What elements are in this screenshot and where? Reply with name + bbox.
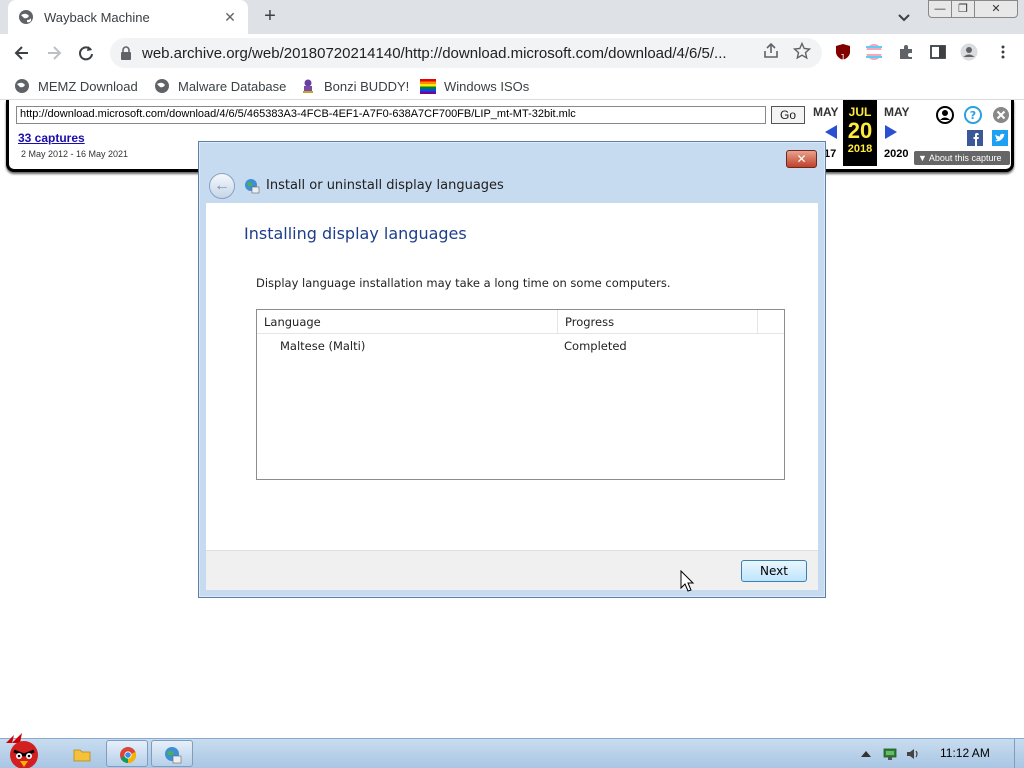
profile-avatar-icon[interactable] — [960, 43, 978, 61]
page-description: Display language installation may take a… — [256, 276, 671, 290]
address-url[interactable]: web.archive.org/web/20180720214140/http:… — [142, 45, 822, 62]
tray-expand-chevron-icon[interactable] — [860, 749, 872, 759]
wayback-go-button[interactable]: Go — [771, 106, 805, 124]
globe-icon — [15, 79, 29, 93]
bookmarks-bar: MEMZ Download Malware Database Bonzi BUD… — [0, 72, 1024, 100]
dialog-close-button[interactable]: ✕ — [786, 150, 817, 168]
browser-toolbar: web.archive.org/web/20180720214140/http:… — [0, 34, 1024, 72]
back-arrow-icon[interactable] — [12, 43, 32, 63]
tab-close-icon[interactable]: ✕ — [222, 9, 238, 26]
close-wayback-icon[interactable] — [992, 106, 1010, 124]
dialog-footer: Next — [206, 550, 818, 590]
bookmark-label: Malware Database — [178, 78, 287, 94]
bookmark-star-icon[interactable] — [793, 42, 811, 60]
facebook-icon[interactable] — [967, 130, 983, 146]
tab-search-icon[interactable] — [896, 9, 912, 25]
list-header: Language Progress — [257, 310, 784, 334]
help-icon[interactable]: ? — [964, 106, 982, 124]
wayback-url-input[interactable]: http://download.microsoft.com/download/4… — [16, 106, 766, 124]
window-minimize-button[interactable]: — — [928, 0, 952, 18]
bookmark-label: MEMZ Download — [38, 78, 138, 94]
current-year: 2018 — [847, 143, 873, 155]
language-globe-icon — [245, 179, 260, 194]
side-panel-icon[interactable] — [929, 43, 947, 61]
lock-icon[interactable] — [120, 46, 132, 60]
next-button[interactable]: Next — [741, 560, 807, 582]
tab-title: Wayback Machine — [44, 9, 150, 25]
window-maximize-button[interactable]: ❐ — [951, 0, 975, 18]
prev-month-label[interactable]: MAY — [813, 105, 839, 119]
language-list[interactable]: Language Progress Maltese (Malti) Comple… — [256, 309, 785, 480]
dialog-back-arrow-icon[interactable]: ← — [209, 173, 235, 199]
globe-icon — [19, 10, 33, 24]
tab-strip: Wayback Machine ✕ + — ❐ ✕ — [0, 0, 1024, 34]
bookmark-label: Windows ISOs — [444, 78, 530, 94]
column-header-progress[interactable]: Progress — [558, 310, 758, 334]
display-language-dialog: ✕ ← Install or uninstall display languag… — [198, 141, 826, 598]
bookmark-windows-isos[interactable]: Windows ISOs — [420, 76, 529, 96]
start-button-angry-bird-icon[interactable] — [0, 731, 50, 768]
new-tab-button[interactable]: + — [260, 6, 280, 26]
language-globe-icon — [165, 747, 182, 764]
tab-wayback-machine[interactable]: Wayback Machine ✕ — [8, 0, 248, 34]
globe-icon — [155, 79, 169, 93]
folder-icon — [73, 749, 91, 762]
address-bar[interactable]: web.archive.org/web/20180720214140/http:… — [110, 38, 822, 68]
mouse-cursor-icon — [680, 570, 695, 592]
extensions-puzzle-icon[interactable] — [897, 43, 915, 61]
svg-text:?: ? — [970, 109, 976, 122]
current-month: JUL — [848, 105, 872, 119]
bookmark-malware-database[interactable]: Malware Database — [154, 76, 286, 96]
show-desktop-button[interactable] — [1014, 739, 1024, 768]
volume-icon[interactable] — [906, 747, 920, 761]
user-account-icon[interactable] — [936, 106, 954, 124]
dialog-title: Install or uninstall display languages — [266, 178, 504, 193]
chrome-icon — [120, 747, 137, 764]
bookmark-bonzi-buddy[interactable]: Bonzi BUDDY! — [300, 76, 409, 96]
current-day: 20 — [847, 118, 873, 143]
reload-icon[interactable] — [76, 43, 96, 63]
captures-link[interactable]: 33 captures — [18, 131, 85, 145]
window-close-button[interactable]: ✕ — [974, 0, 1018, 18]
about-this-capture-button[interactable]: ▼ About this capture — [914, 151, 1010, 165]
windows-flag-icon — [420, 79, 436, 94]
share-icon[interactable] — [762, 42, 780, 60]
system-clock[interactable]: 11:12 AM — [940, 746, 990, 760]
bookmark-label: Bonzi BUDDY! — [324, 78, 410, 94]
capture-date-range: 2 May 2012 - 16 May 2021 — [21, 149, 129, 159]
menu-kebab-icon[interactable] — [994, 43, 1012, 61]
bookmark-memz-download[interactable]: MEMZ Download — [14, 76, 138, 96]
taskbar: 11:12 AM — [0, 733, 1024, 768]
dialog-body: Installing display languages Display lan… — [206, 203, 818, 550]
bonzi-icon — [303, 79, 313, 93]
ublock-extension-icon[interactable]: 1 — [834, 43, 852, 62]
flag-extension-icon[interactable] — [865, 43, 883, 61]
taskbar-language-installer[interactable] — [151, 740, 193, 767]
network-icon[interactable] — [883, 747, 897, 761]
forward-arrow-icon[interactable] — [44, 43, 64, 63]
twitter-icon[interactable] — [992, 130, 1008, 146]
taskbar-explorer[interactable] — [60, 740, 102, 767]
language-name: Maltese (Malti) — [280, 339, 366, 353]
next-month-label[interactable]: MAY — [884, 105, 910, 119]
prev-capture-arrow-icon[interactable] — [824, 124, 838, 140]
column-header-language[interactable]: Language — [257, 310, 558, 334]
current-capture-date: JUL 20 2018 — [843, 100, 877, 166]
taskbar-chrome[interactable] — [106, 740, 148, 767]
language-progress: Completed — [564, 339, 627, 353]
extension-badge: 1 — [840, 53, 845, 61]
next-capture-arrow-icon[interactable] — [884, 124, 898, 140]
page-heading: Installing display languages — [244, 224, 467, 243]
list-item[interactable]: Maltese (Malti) Completed — [257, 336, 784, 356]
next-year-label: 2020 — [884, 148, 909, 160]
